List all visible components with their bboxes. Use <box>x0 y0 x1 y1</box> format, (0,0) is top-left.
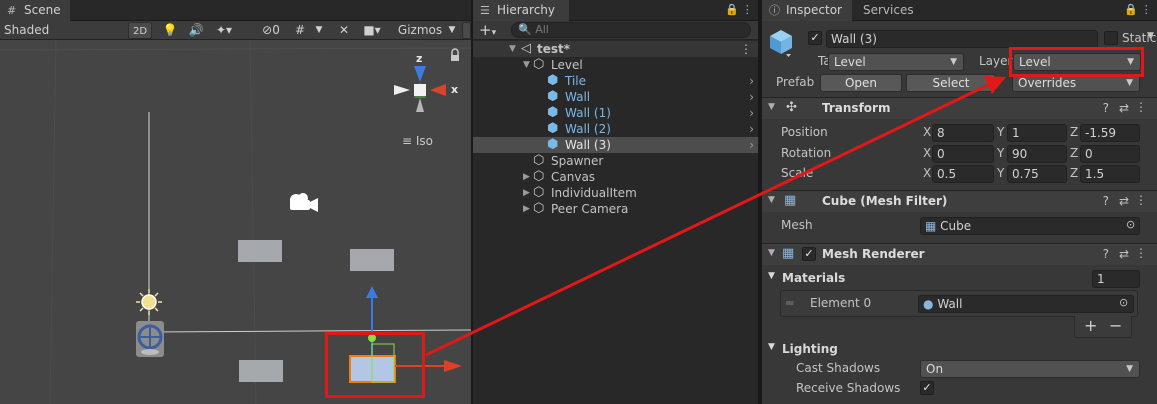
annotation-arrow <box>425 76 1006 357</box>
